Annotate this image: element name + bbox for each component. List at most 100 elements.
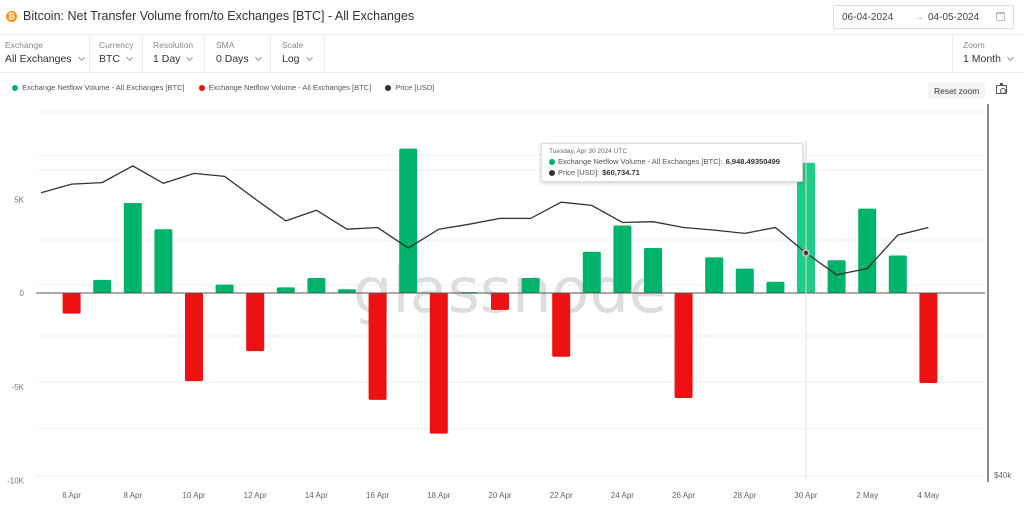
bar-negative (674, 293, 693, 398)
legend-label: Exchange Netflow Volume - All Exchanges … (208, 83, 372, 92)
bar-negative (919, 293, 938, 383)
x-tick-label: 30 Apr (794, 491, 817, 500)
y-tick-label: -10K (7, 477, 25, 486)
sma-select[interactable]: SMA 0 Days (205, 35, 271, 72)
y2-tick-label: $40k (994, 471, 1012, 480)
sma-label: SMA (216, 40, 235, 50)
bar-positive (858, 208, 877, 293)
bar-positive (644, 248, 662, 293)
page-title: Bitcoin: Net Transfer Volume from/to Exc… (23, 9, 415, 23)
exchange-label: Exchange (5, 40, 43, 50)
legend-item-netflow-negative[interactable]: Exchange Netflow Volume - All Exchanges … (198, 83, 372, 92)
x-tick-label: 4 May (918, 491, 940, 500)
legend-label: Price [USD] (395, 83, 435, 92)
zoom-value: 1 Month (963, 53, 1001, 65)
tooltip-row-netflow: Exchange Netflow Volume - All Exchanges … (549, 157, 795, 166)
tooltip-date: Tuesday, Apr 30 2024 UTC (549, 148, 628, 155)
bar-positive (521, 278, 540, 293)
tooltip-price-label: Price [USD]: (558, 168, 600, 177)
x-tick-label: 26 Apr (672, 491, 695, 500)
tooltip-dot-black (549, 169, 555, 176)
x-tick-label: 6 Apr (62, 491, 81, 500)
tooltip-price-value: $60,734.71 (602, 168, 640, 177)
zoom-label: Zoom (963, 40, 985, 50)
bar-positive (93, 279, 112, 293)
x-tick-label: 24 Apr (611, 491, 634, 500)
chart-canvas[interactable]: glassnode 5K0-5K-10K 6 Apr 8 Apr 10 Apr 12 … (0, 100, 1024, 508)
reset-zoom-button[interactable]: Reset zoom (928, 83, 986, 99)
legend-item-price[interactable]: Price [USD] (385, 83, 434, 92)
bar-negative (185, 293, 203, 382)
date-range-picker[interactable]: 06-04-2024 → 04-05-2024 (833, 5, 1014, 29)
legend-item-netflow-positive[interactable]: Exchange Netflow Volume - All Exchanges … (12, 83, 185, 92)
bar-positive (735, 268, 754, 293)
header-bar: ₿ Bitcoin: Net Transfer Volume from/to E… (0, 0, 1024, 35)
bar-negative (246, 293, 265, 352)
resolution-label: Resolution (153, 40, 194, 50)
chart-controls: Exchange All Exchanges Currency BTC Reso… (0, 35, 1024, 73)
bar-negative (62, 293, 81, 314)
x-tick-label: 28 Apr (733, 491, 756, 500)
legend-dot-green (12, 84, 18, 91)
x-tick-label: 14 Apr (305, 491, 328, 500)
bar-positive (766, 281, 785, 293)
x-tick-label: 16 Apr (366, 491, 389, 500)
camera-icon[interactable] (996, 83, 1007, 94)
zoom-select[interactable]: Zoom 1 Month (952, 35, 1024, 72)
date-arrow-icon: → (914, 11, 924, 23)
scale-label: Scale (282, 40, 304, 50)
bitcoin-icon: ₿ (6, 10, 17, 22)
date-to-input[interactable]: 04-05-2024 (928, 12, 979, 23)
y-tick-label: 0 (20, 289, 25, 298)
tooltip-series-label: Exchange Netflow Volume - All Exchanges … (558, 157, 723, 166)
sma-value: 0 Days (216, 53, 249, 65)
legend-label: Exchange Netflow Volume - All Exchanges … (22, 83, 185, 92)
resolution-value: 1 Day (153, 53, 181, 65)
x-tick-label: 22 Apr (550, 491, 573, 500)
bar-positive (123, 203, 142, 293)
chevron-down-icon (125, 53, 134, 62)
tooltip-row-price: Price [USD]: $60,734.71 (549, 168, 795, 177)
bar-positive (827, 260, 846, 293)
chevron-down-icon (305, 53, 313, 62)
bar-negative (491, 293, 509, 310)
bar-positive (399, 148, 418, 293)
legend-dot-red (198, 84, 205, 91)
bar-positive (154, 229, 173, 293)
legend-dot-black (385, 84, 392, 91)
hover-point (802, 249, 810, 257)
exchange-select[interactable]: Exchange All Exchanges (0, 35, 90, 72)
y-axis-ticks: 5K 0 -5K -10K (7, 195, 25, 485)
x-tick-label: 10 Apr (182, 491, 205, 500)
x-tick-label: 20 Apr (488, 491, 511, 500)
chart-legend: Exchange Netflow Volume - All Exchanges … (12, 83, 434, 92)
chevron-down-icon (254, 53, 262, 62)
chevron-down-icon (186, 53, 194, 62)
scale-value: Log (282, 53, 300, 65)
bar-positive (276, 287, 295, 293)
bar-negative (429, 293, 448, 434)
chevron-down-icon (1006, 53, 1014, 62)
y-tick-label: 5K (14, 195, 24, 204)
scale-select[interactable]: Scale Log (271, 35, 325, 72)
bar-negative (552, 293, 571, 357)
x-tick-label: 12 Apr (244, 491, 267, 500)
calendar-icon[interactable] (996, 12, 1005, 21)
resolution-select[interactable]: Resolution 1 Day (143, 35, 205, 72)
bar-positive (307, 278, 326, 293)
y-tick-label: -5K (12, 383, 25, 392)
date-from-input[interactable]: 06-04-2024 (842, 12, 893, 23)
exchange-value: All Exchanges (5, 53, 72, 65)
bar-positive (888, 255, 907, 293)
tooltip-series-value: 6,948.49350499 (725, 157, 780, 166)
chevron-down-icon (77, 53, 85, 62)
bar-positive (338, 289, 356, 293)
x-tick-label: 8 Apr (123, 491, 142, 500)
bar-positive (613, 225, 632, 293)
x-axis-ticks: 6 Apr 8 Apr 10 Apr 12 Apr 14 Apr 16 Apr 18 Apr… (62, 491, 939, 500)
currency-select[interactable]: Currency BTC (90, 35, 143, 72)
x-tick-label: 2 May (856, 491, 878, 500)
chart-tooltip: Tuesday, Apr 30 2024 UTC Exchange Netflo… (541, 143, 803, 182)
bar-positive (582, 251, 601, 293)
bar-positive (215, 284, 234, 293)
